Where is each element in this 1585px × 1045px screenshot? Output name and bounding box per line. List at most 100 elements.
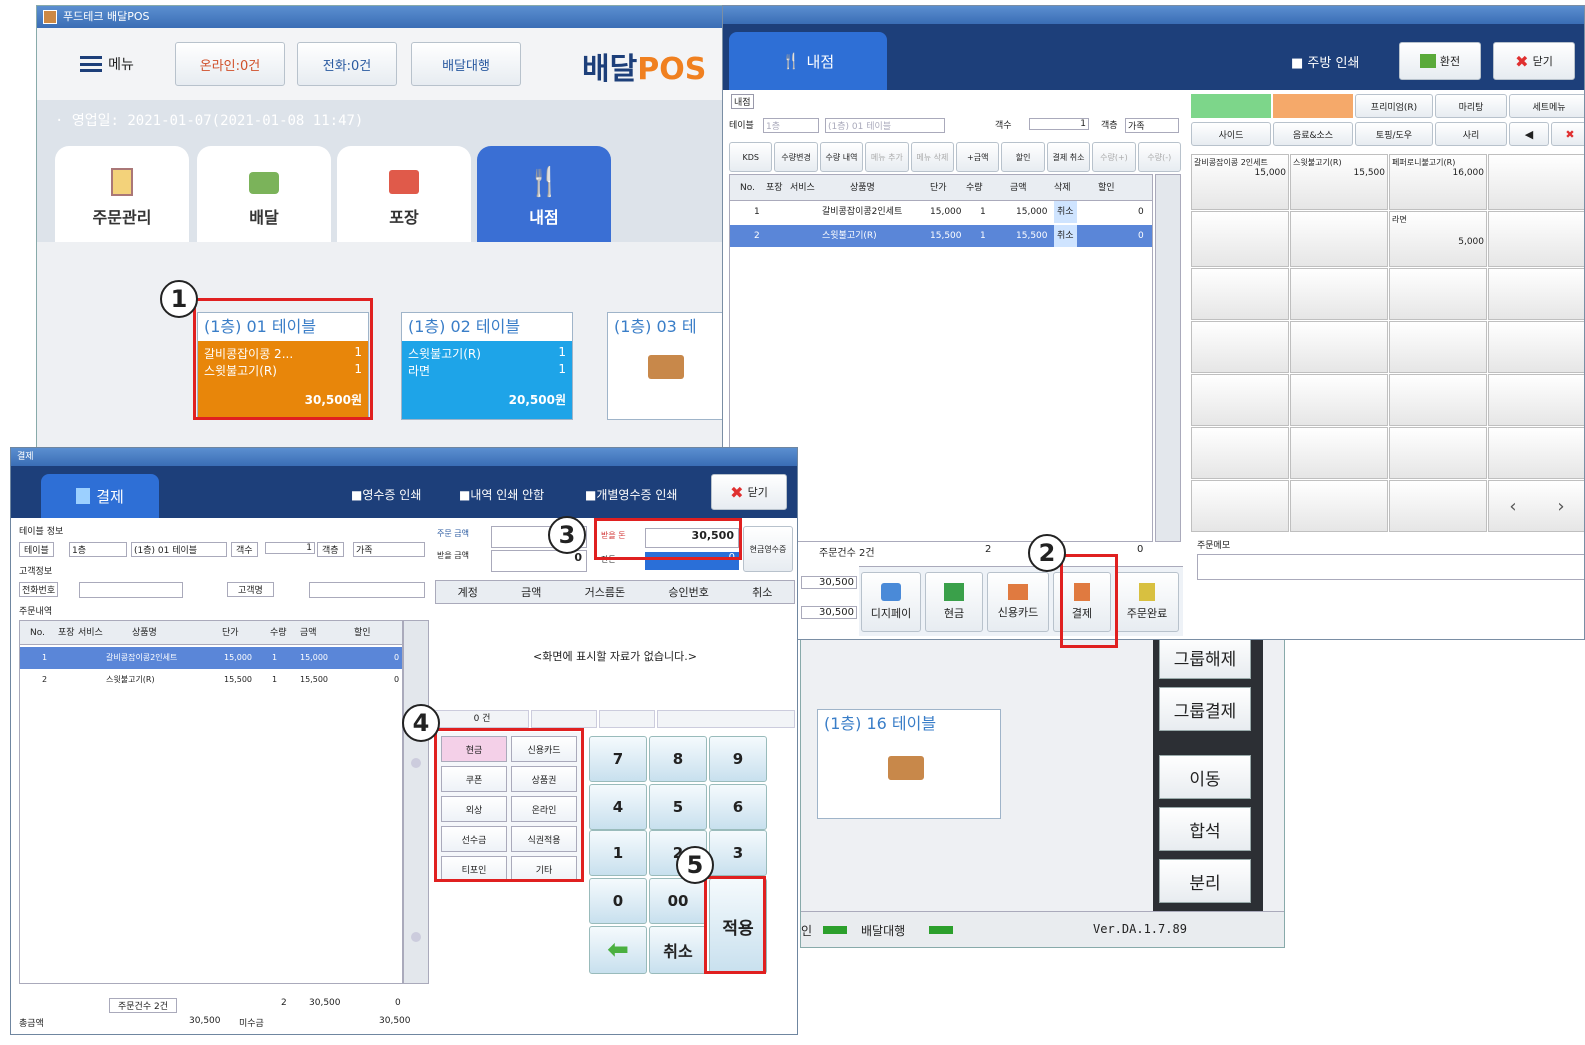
key-4[interactable]: 4: [589, 784, 647, 830]
credit-card-button[interactable]: 신용카드: [987, 572, 1049, 632]
guest-field[interactable]: 1: [1029, 118, 1089, 130]
detail-print-option[interactable]: ■내역 인쇄 안함: [459, 486, 544, 503]
menu-item-empty[interactable]: [1290, 268, 1388, 320]
qty-minus-button[interactable]: 수량(-): [1137, 142, 1182, 172]
phone-field[interactable]: [79, 582, 183, 598]
tab-delivery[interactable]: 배달: [197, 146, 331, 242]
key-8[interactable]: 8: [649, 736, 707, 782]
cash-button[interactable]: 현금: [925, 572, 983, 632]
menu-item-empty[interactable]: [1488, 154, 1584, 210]
discount-button[interactable]: 할인: [1001, 142, 1045, 172]
cancel-key[interactable]: 취소: [649, 926, 707, 974]
individual-receipt-option[interactable]: ■개별영수증 인쇄: [585, 486, 677, 503]
digipay-button[interactable]: 디지페이: [861, 572, 921, 632]
chevron-left-icon[interactable]: ‹: [1509, 496, 1516, 517]
menu-item-empty[interactable]: [1389, 321, 1487, 373]
menu-item[interactable]: 갈비콩잡이콩 2인세트 15,000: [1191, 154, 1289, 210]
table-row[interactable]: 1 갈비콩잡이콩2인세트 15,000 1 15,000 0: [20, 647, 402, 669]
receipt-print-option[interactable]: ■영수증 인쇄: [351, 486, 421, 503]
menu-item-empty[interactable]: [1488, 268, 1584, 320]
payment-order-scrollbar[interactable]: [403, 620, 429, 984]
phone-orders-button[interactable]: 전화:0건: [297, 42, 397, 86]
delivery-agent-button[interactable]: 배달대행: [411, 42, 521, 86]
key-9[interactable]: 9: [709, 736, 767, 782]
ungroup-button[interactable]: 그룹해제: [1159, 635, 1251, 679]
menu-item[interactable]: 스윗불고기(R) 15,500: [1290, 154, 1388, 210]
merge-button[interactable]: 합석: [1159, 807, 1251, 851]
order-memo-field[interactable]: [1197, 554, 1584, 580]
key-0[interactable]: 0: [589, 878, 647, 924]
online-orders-button[interactable]: 온라인:0건: [175, 42, 285, 86]
backspace-key[interactable]: ⬅: [589, 926, 647, 974]
cancel-payment-button[interactable]: 결제 취소: [1046, 142, 1091, 172]
key-6[interactable]: 6: [709, 784, 767, 830]
table-floor-field[interactable]: 1층: [763, 118, 819, 133]
category-set[interactable]: 세트메뉴: [1509, 94, 1584, 118]
category-drinks[interactable]: 음료&소스: [1273, 122, 1353, 146]
key-7[interactable]: 7: [589, 736, 647, 782]
menu-item-empty[interactable]: [1290, 211, 1388, 267]
menu-item[interactable]: 페퍼로니불고기(R) 16,000: [1389, 154, 1487, 210]
menu-item-empty[interactable]: [1389, 427, 1487, 479]
qty-detail-button[interactable]: 수량 내역: [819, 142, 864, 172]
category-next-button[interactable]: ✖: [1551, 122, 1584, 146]
menu-item-empty[interactable]: [1389, 268, 1487, 320]
customer-name-field[interactable]: [309, 582, 425, 598]
menu-item-empty[interactable]: [1488, 321, 1584, 373]
tab-dine-in[interactable]: 🍴 내점: [477, 146, 611, 242]
tab-takeout[interactable]: 포장: [337, 146, 471, 242]
kds-button[interactable]: KDS: [729, 142, 773, 172]
close-button[interactable]: ✖ 닫기: [1493, 42, 1575, 80]
order-scrollbar[interactable]: [1155, 174, 1181, 542]
guest-type-field[interactable]: 가족: [1125, 118, 1179, 133]
table-card-16[interactable]: (1층) 16 테이블: [817, 709, 1001, 819]
tab-order-management[interactable]: 주문관리: [55, 146, 189, 242]
qty-change-button[interactable]: 수량변경: [774, 142, 818, 172]
key-3[interactable]: 3: [709, 830, 767, 876]
add-amount-button[interactable]: +금액: [956, 142, 1000, 172]
menu-item-empty[interactable]: [1290, 321, 1388, 373]
category-side[interactable]: 사이드: [1191, 122, 1271, 146]
menu-item-empty[interactable]: [1488, 374, 1584, 426]
key-1[interactable]: 1: [589, 830, 647, 876]
table-row[interactable]: 2 스윗불고기(R) 15,500 1 15,500 취소 0: [730, 225, 1152, 247]
table-row[interactable]: 2 스윗불고기(R) 15,500 1 15,500 0: [20, 669, 402, 691]
exchange-button[interactable]: 환전: [1399, 42, 1481, 80]
split-button[interactable]: 분리: [1159, 859, 1251, 903]
category-prev-button[interactable]: ◀: [1509, 122, 1549, 146]
table-card-03[interactable]: (1층) 03 테: [607, 312, 725, 420]
menu-item-empty[interactable]: [1191, 480, 1289, 532]
cash-receipt-button[interactable]: 현금영수증: [743, 526, 793, 572]
menu-item-empty[interactable]: [1191, 374, 1289, 426]
menu-item-empty[interactable]: [1290, 374, 1388, 426]
menu-item[interactable]: 라면 5,000: [1389, 211, 1487, 267]
row-delete-button[interactable]: 취소: [1054, 201, 1077, 223]
chevron-right-icon[interactable]: ›: [1557, 496, 1564, 517]
menu-item-empty[interactable]: [1389, 480, 1487, 532]
move-button[interactable]: 이동: [1159, 755, 1251, 799]
menu-add-button[interactable]: 메뉴 추가: [865, 142, 909, 172]
qty-plus-button[interactable]: 수량(+): [1092, 142, 1136, 172]
menu-item-empty[interactable]: [1191, 211, 1289, 267]
menu-item-empty[interactable]: [1191, 268, 1289, 320]
kitchen-print-checkbox[interactable]: ■ 주방 인쇄: [1291, 52, 1359, 71]
menu-item-empty[interactable]: [1488, 427, 1584, 479]
menu-item-empty[interactable]: [1191, 321, 1289, 373]
menu-item-empty[interactable]: [1191, 427, 1289, 479]
menu-button[interactable]: 메뉴: [57, 42, 157, 86]
key-00[interactable]: 00: [649, 878, 707, 924]
payment-close-button[interactable]: ✖ 닫기: [711, 474, 787, 510]
menu-item-empty[interactable]: [1290, 480, 1388, 532]
table-row[interactable]: 1 갈비콩잡이콩2인세트 15,000 1 15,000 취소 0: [730, 201, 1152, 223]
menu-item-empty[interactable]: [1488, 211, 1584, 267]
order-complete-button[interactable]: 주문완료: [1115, 572, 1179, 632]
table-card-02[interactable]: (1층) 02 테이블 스윗불고기(R) 1 라면 1 20,500원: [401, 312, 573, 420]
category-sari[interactable]: 사리: [1435, 122, 1507, 146]
group-pay-button[interactable]: 그룹결제: [1159, 687, 1251, 731]
row-delete-button[interactable]: 취소: [1054, 225, 1077, 247]
menu-item-empty[interactable]: [1290, 427, 1388, 479]
key-5[interactable]: 5: [649, 784, 707, 830]
table-name-field[interactable]: (1층) 01 테이블: [825, 118, 945, 133]
menu-delete-button[interactable]: 메뉴 삭제: [910, 142, 955, 172]
category-topping[interactable]: 토핑/도우: [1355, 122, 1433, 146]
